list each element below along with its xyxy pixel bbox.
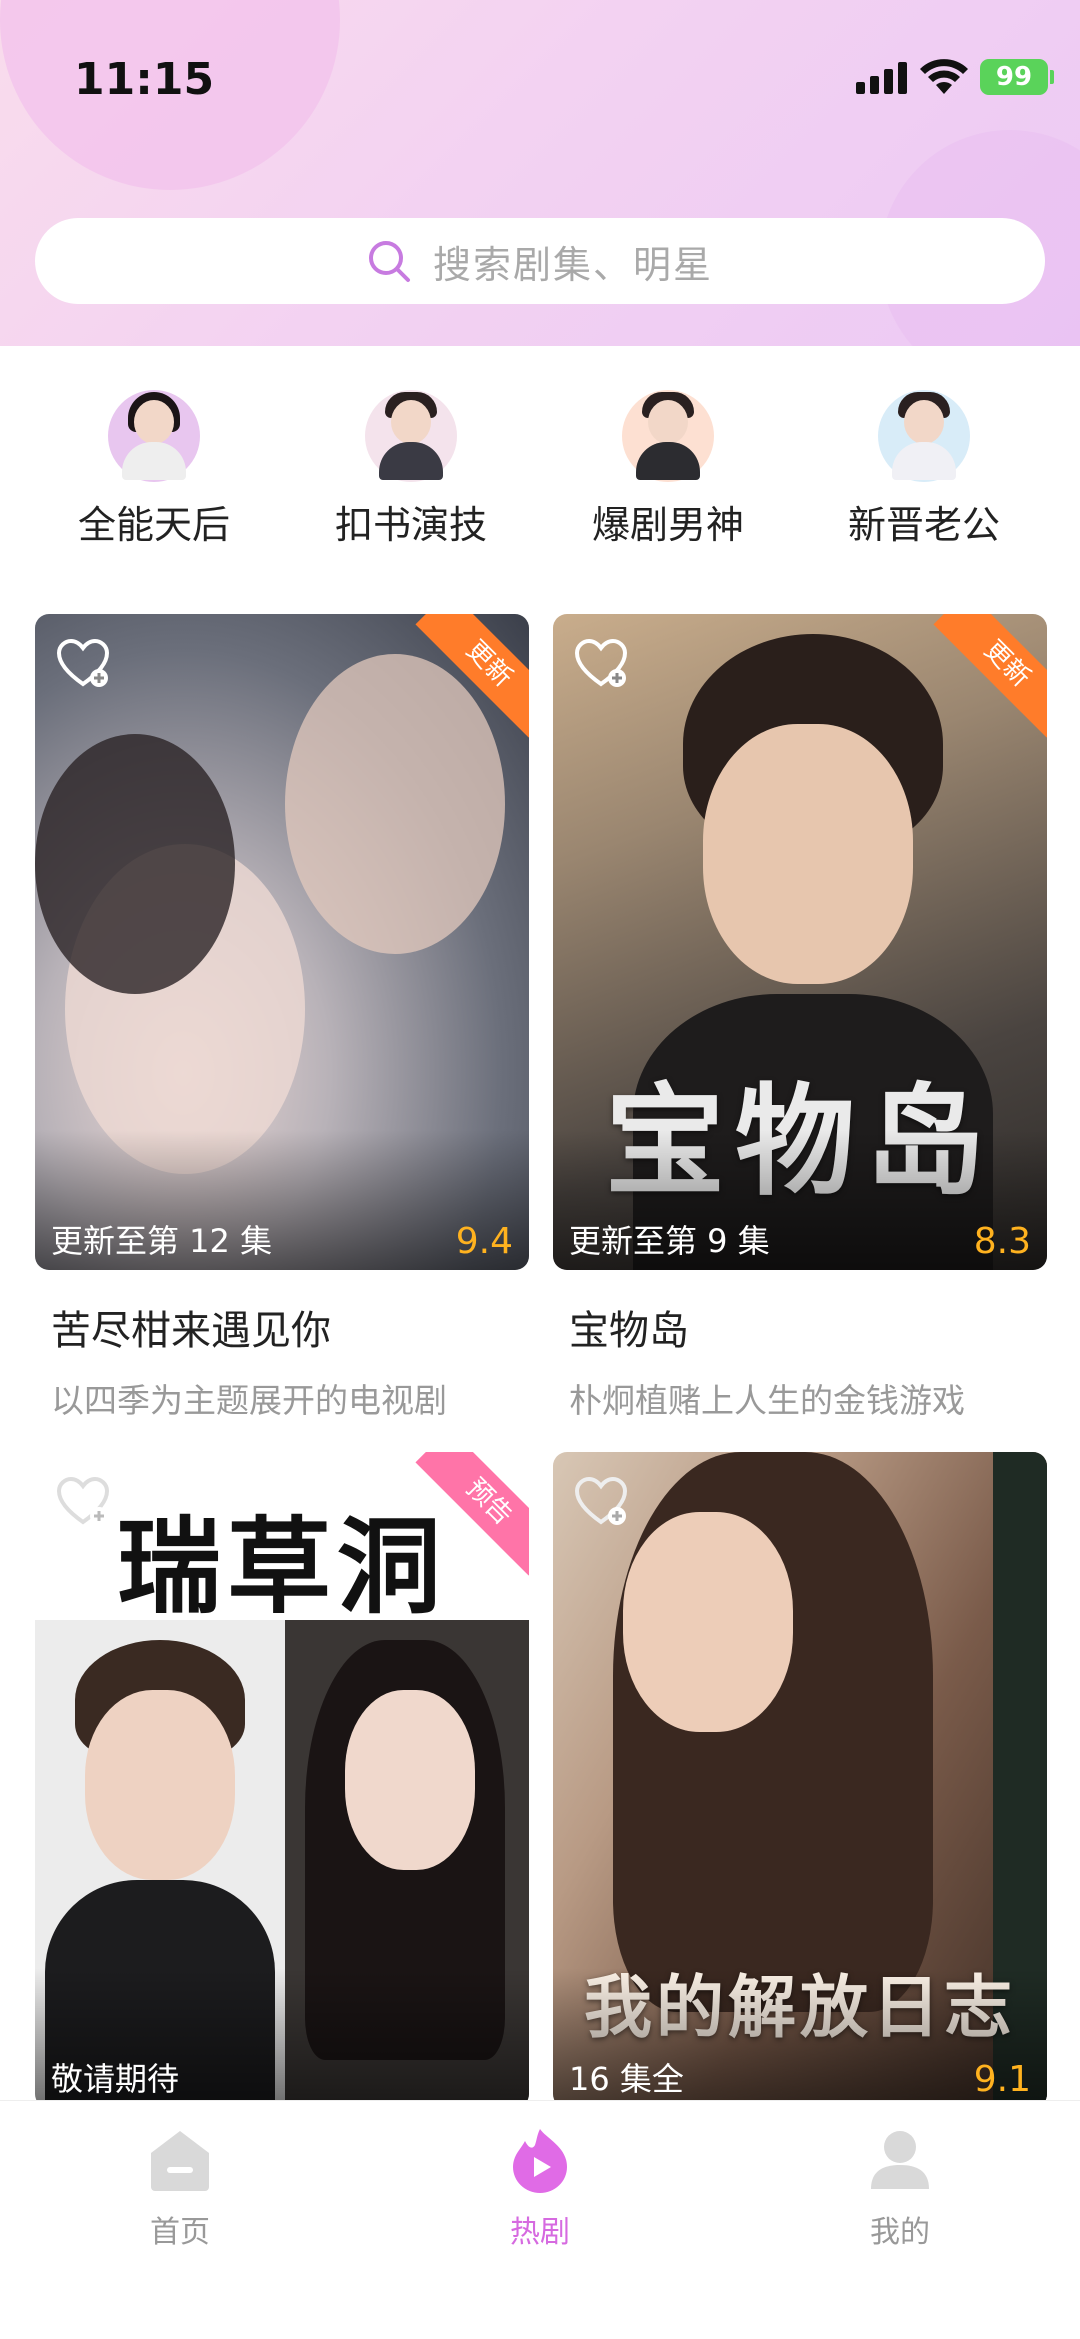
drama-title[interactable]: 宝物岛 [569,1298,1047,1356]
status-time: 11:15 [74,54,215,105]
episode-status: 更新至第 12 集 [51,1222,273,1260]
heart-male-avatar-icon [878,390,970,482]
category-label: 爆剧男神 [591,503,744,547]
home-icon [151,2131,209,2191]
tab-label: 我的 [870,2215,930,2250]
category-row: 全能天后 扣书演技 爆剧男神 新晋老公 [0,390,1080,560]
drama-card[interactable]: 瑞草洞 预告 敬请期待 [35,1452,529,2108]
drama-description: 以四季为主题展开的电视剧 [51,1381,447,1420]
favorite-add-icon[interactable] [55,1476,111,1528]
category-item[interactable]: 全能天后 [44,390,264,549]
rating-score: 9.1 [973,2059,1031,2100]
category-label: 全能天后 [77,503,230,547]
drama-card[interactable]: 我的解放日志 16 集全 9.1 [553,1452,1047,2108]
rating-score: 8.3 [973,1221,1031,1262]
favorite-add-icon[interactable] [573,1476,629,1528]
tab-mine[interactable]: 我的 [800,2127,1000,2251]
sparkle-female-avatar-icon [108,390,200,482]
phone-male-avatar-icon [365,390,457,482]
category-label: 新晋老公 [847,503,1000,547]
category-item[interactable]: 新晋老公 [814,390,1034,549]
update-ribbon: 更新 [933,614,1047,738]
drama-poster[interactable]: 瑞草洞 预告 敬请期待 [35,1452,529,2108]
favorite-add-icon[interactable] [55,638,111,690]
episode-status: 敬请期待 [51,2060,180,2098]
drama-title[interactable]: 苦尽柑来遇见你 [51,1298,529,1356]
tab-hot[interactable]: 热剧 [440,2127,640,2251]
battery-indicator: 99 [980,59,1054,95]
favorite-add-icon[interactable] [573,638,629,690]
category-label: 扣书演技 [334,503,487,547]
tab-home[interactable]: 首页 [80,2127,280,2251]
episode-status: 更新至第 9 集 [569,1222,770,1260]
drama-poster[interactable]: 更新 更新至第 12 集 9.4 [35,614,529,1270]
category-item[interactable]: 爆剧男神 [558,390,778,549]
bottom-tab-bar: 首页 热剧 我的 [0,2100,1080,2339]
search-bar[interactable]: 搜索剧集、明星 [35,218,1045,304]
status-bar: 11:15 99 [0,0,1080,150]
drama-card[interactable]: 宝物岛 更新 更新至第 9 集 8.3 宝物岛 朴炯植赌上人生的金钱游戏 [553,614,1047,1422]
hot-play-icon [513,2129,567,2193]
drama-description: 朴炯植赌上人生的金钱游戏 [569,1381,965,1420]
cellular-signal-icon [856,62,908,94]
profile-icon [871,2131,929,2189]
episode-status: 16 集全 [569,2060,684,2098]
tab-label: 热剧 [510,2215,570,2250]
tab-label: 首页 [150,2215,210,2250]
wifi-icon [920,59,968,94]
search-icon [368,241,410,282]
fire-male-avatar-icon [622,390,714,482]
drama-card[interactable]: 更新 更新至第 12 集 9.4 苦尽柑来遇见你 以四季为主题展开的电视剧 [35,614,529,1422]
search-placeholder: 搜索剧集、明星 [432,242,713,287]
rating-score: 9.4 [455,1221,513,1262]
drama-poster[interactable]: 宝物岛 更新 更新至第 9 集 8.3 [553,614,1047,1270]
category-item[interactable]: 扣书演技 [301,390,521,549]
drama-poster[interactable]: 我的解放日志 16 集全 9.1 [553,1452,1047,2108]
